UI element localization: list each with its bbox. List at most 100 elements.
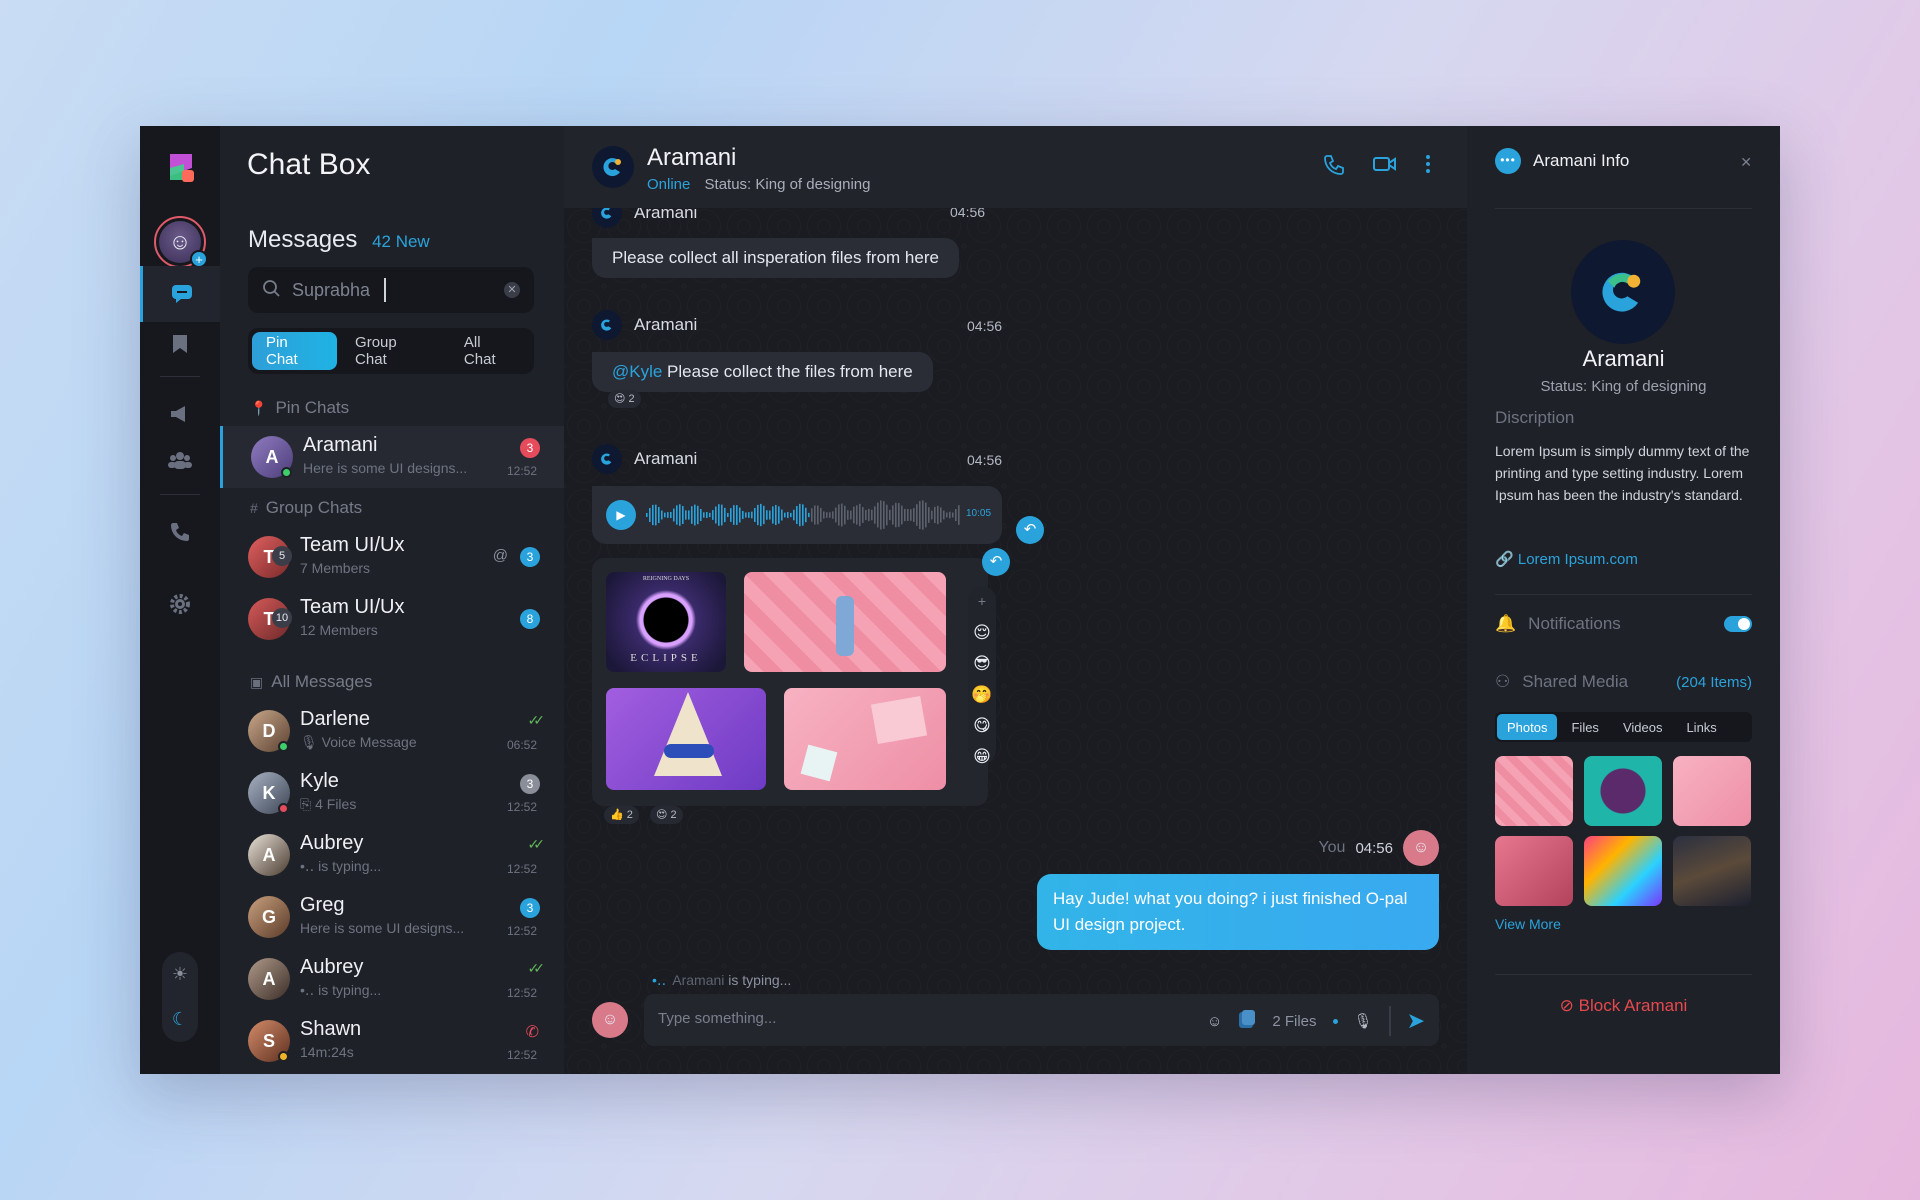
waveform-bar	[940, 507, 942, 523]
reaction-chip[interactable]: 😍 2	[650, 806, 683, 824]
media-thumbnail[interactable]	[1584, 836, 1662, 906]
waveform-bar	[853, 506, 855, 524]
my-avatar[interactable]: ☺ +	[154, 216, 208, 268]
list-item[interactable]: K Kyle ⎘ 4 Files 3 12:52	[220, 762, 564, 824]
video-call-icon[interactable]	[1373, 154, 1397, 182]
eclipse-poster-image[interactable]: REIGNING DAYS ECLIPSE	[606, 572, 726, 672]
microphone-icon[interactable]: 🎙	[1354, 1012, 1373, 1030]
info-header: ••• Aramani Info	[1495, 148, 1629, 174]
media-thumbnail[interactable]	[1673, 756, 1751, 826]
contact-name: Greg	[300, 894, 345, 916]
you-label: You	[1318, 839, 1346, 856]
media-thumbnail[interactable]	[1495, 756, 1573, 826]
chats-nav-icon[interactable]	[140, 266, 220, 322]
tab-files[interactable]: Files	[1561, 714, 1608, 740]
list-item[interactable]: A Aubrey •‥ is typing... ✓✓ 12:52	[220, 824, 564, 886]
list-item[interactable]: T 5 Team UI/Ux 7 Members @ 3	[220, 526, 564, 588]
emoji-reaction-bar: + 😌 😎 🤭 😋 😁	[968, 586, 996, 766]
attached-files-count[interactable]: 2 Files	[1272, 1013, 1316, 1030]
file-stack-icon[interactable]	[1238, 1009, 1256, 1033]
list-item[interactable]: T 10 Team UI/Ux 12 Members 8	[220, 588, 564, 650]
settings-gear-icon[interactable]	[140, 576, 220, 632]
mention-link[interactable]: @Kyle	[612, 362, 662, 381]
bookmark-nav-icon[interactable]	[140, 316, 220, 372]
more-options-icon[interactable]	[1425, 154, 1431, 182]
tab-videos[interactable]: Videos	[1613, 714, 1673, 740]
waveform-bar	[826, 512, 828, 518]
play-button[interactable]: ▶	[606, 500, 636, 530]
tab-group-chat[interactable]: Group Chat	[341, 332, 446, 370]
sun-icon[interactable]: ☀	[162, 952, 198, 997]
reply-icon[interactable]: ↶	[982, 548, 1010, 576]
waveform-bar	[835, 507, 837, 523]
input-placeholder: Type something...	[658, 1010, 777, 1027]
message-icon: ▣	[250, 673, 264, 690]
avatar[interactable]	[592, 146, 634, 188]
bottle-shape	[836, 596, 854, 656]
emoji-picker-icon[interactable]: ☺	[1207, 1013, 1222, 1030]
waveform-bar	[757, 504, 759, 526]
calls-nav-icon[interactable]	[140, 504, 220, 560]
media-thumbnail[interactable]	[1673, 836, 1751, 906]
tab-pin-chat[interactable]: Pin Chat	[252, 332, 338, 370]
online-indicator	[278, 741, 289, 752]
mustache-character-image[interactable]	[606, 688, 766, 790]
waveform[interactable]	[646, 496, 962, 534]
media-tabs: Photos Files Videos Links	[1495, 712, 1752, 742]
messages-label: Messages	[248, 226, 358, 253]
reply-icon[interactable]: ↶	[1016, 516, 1044, 544]
divider	[1495, 208, 1752, 209]
avatar	[592, 310, 622, 340]
theme-toggle[interactable]: ☀ ☾	[162, 952, 198, 1042]
emoji-icon[interactable]: 🤭	[968, 679, 996, 710]
moon-icon[interactable]: ☾	[162, 997, 198, 1042]
search-input[interactable]: Suprabha ✕	[248, 267, 534, 313]
reaction-chip[interactable]: 👍 2	[604, 806, 639, 824]
voice-call-icon[interactable]	[1323, 154, 1345, 182]
message-time: 04:56	[967, 318, 1003, 334]
waveform-bar	[856, 505, 858, 525]
waveform-bar	[775, 504, 777, 526]
app-title: Chat Box	[247, 148, 371, 181]
list-item[interactable]: S Shawn 14m:24s ✆ 12:52	[220, 1010, 564, 1072]
notifications-row: 🔔 Notifications	[1495, 614, 1752, 634]
reaction-chip[interactable]: 😍 2	[608, 390, 641, 408]
media-thumbnail[interactable]	[1495, 836, 1573, 906]
pink-bottle-image[interactable]	[744, 572, 946, 672]
list-item[interactable]: G Greg Here is some UI designs... 3 12:5…	[220, 886, 564, 948]
message-time: 12:52	[506, 862, 537, 876]
send-button[interactable]: ➤	[1407, 1008, 1425, 1034]
view-more-link[interactable]: View More	[1495, 916, 1561, 932]
close-icon[interactable]: ✕	[1740, 154, 1752, 171]
add-reaction-icon[interactable]: +	[968, 586, 996, 617]
avatar: ☺	[1403, 830, 1439, 866]
tab-all-chat[interactable]: All Chat	[450, 332, 530, 370]
message-time: 12:52	[506, 1048, 537, 1062]
waveform-bar	[895, 502, 897, 528]
emoji-icon[interactable]: 😎	[968, 648, 996, 679]
tab-photos[interactable]: Photos	[1497, 714, 1558, 740]
website-link[interactable]: 🔗 Lorem Ipsum.com	[1495, 550, 1638, 568]
message-input[interactable]: Type something... ☺ 2 Files 🎙 ➤	[644, 994, 1439, 1046]
pink-shapes-image[interactable]	[784, 688, 946, 790]
clear-search-icon[interactable]: ✕	[504, 282, 520, 298]
emoji-icon[interactable]: 😌	[968, 617, 996, 648]
tab-links[interactable]: Links	[1676, 714, 1726, 740]
list-item[interactable]: D Darlene 🎙 Voice Message ✓✓ 06:52	[220, 700, 564, 762]
notifications-toggle[interactable]	[1724, 616, 1752, 632]
cube-shape	[800, 744, 838, 782]
waveform-bar	[937, 505, 939, 525]
emoji-icon[interactable]: 😁	[968, 741, 996, 772]
list-item[interactable]: A Aubrey •‥ is typing... ✓✓ 12:52	[220, 948, 564, 1010]
search-icon	[262, 279, 280, 302]
contacts-nav-icon[interactable]	[140, 432, 220, 488]
media-thumbnail[interactable]	[1584, 756, 1662, 826]
message-preview: •‥ is typing...	[300, 858, 382, 874]
waveform-bar	[748, 512, 750, 518]
list-item[interactable]: A Aramani Here is some UI designs... 3 1…	[220, 426, 564, 488]
waveform-bar	[697, 505, 699, 525]
waveform-bar	[922, 500, 924, 530]
block-shape	[870, 695, 928, 745]
block-contact-button[interactable]: ⊘ Block Aramani	[1467, 996, 1780, 1016]
emoji-icon[interactable]: 😋	[968, 710, 996, 741]
